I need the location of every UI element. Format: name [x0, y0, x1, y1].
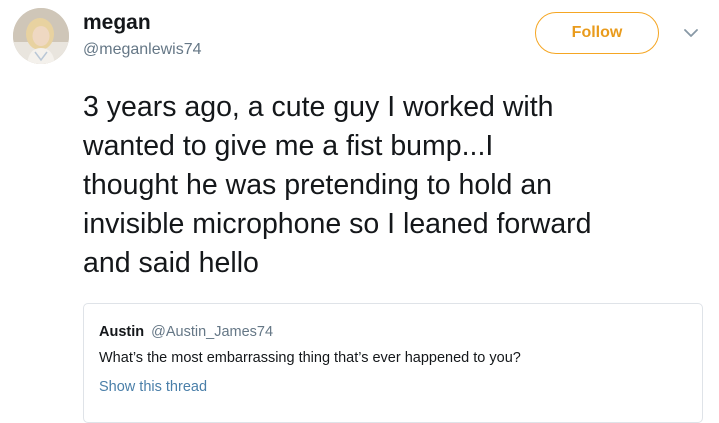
- quoted-tweet-author: Austin @Austin_James74: [99, 323, 273, 341]
- tweet-text-line: 3 years ago, a cute guy I worked with: [83, 91, 554, 123]
- avatar-image: [13, 8, 69, 64]
- user-handle[interactable]: @meganlewis74: [83, 40, 202, 60]
- tweet-text-line: wanted to give me a fist bump...I: [83, 130, 494, 162]
- chevron-down-icon[interactable]: [680, 22, 702, 44]
- tweet-text-line: invisible microphone so I leaned forward: [83, 208, 592, 240]
- quoted-tweet-card[interactable]: Austin @Austin_James74 What’s the most e…: [83, 303, 703, 423]
- quoted-tweet-name: Austin: [99, 324, 145, 340]
- show-thread-link[interactable]: Show this thread: [99, 378, 207, 396]
- tweet-text: 3 years ago, a cute guy I worked with wa…: [83, 88, 713, 283]
- avatar[interactable]: [13, 8, 69, 64]
- display-name[interactable]: megan: [83, 11, 151, 35]
- follow-button[interactable]: Follow: [535, 12, 659, 54]
- quoted-tweet-text: What’s the most embarrassing thing that’…: [99, 350, 521, 366]
- quoted-tweet-handle: @Austin_James74: [151, 324, 274, 340]
- tweet-text-line: thought he was pretending to hold an: [83, 169, 553, 201]
- tweet-text-line: and said hello: [83, 247, 259, 279]
